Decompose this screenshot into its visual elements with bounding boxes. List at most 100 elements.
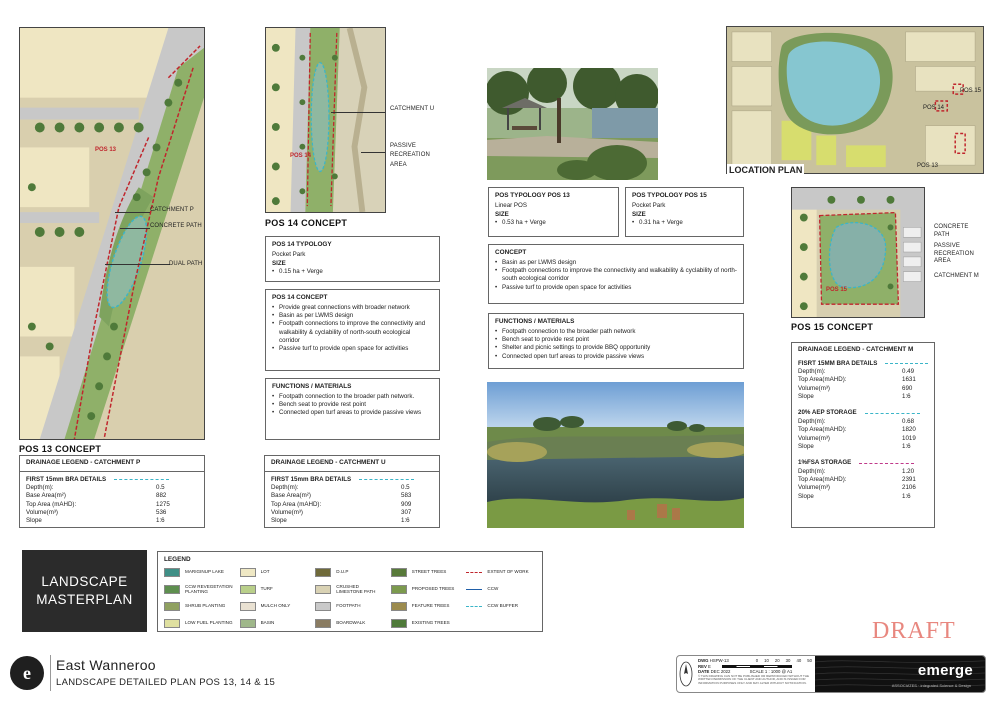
drainage-legend-catchment-u: DRAINAGE LEGEND - CATCHMENT U FIRST 15mm… (264, 455, 440, 528)
drainage-legend-catchment-p: DRAINAGE LEGEND - CATCHMENT P FIRST 15mm… (19, 455, 205, 528)
concept-item: Basin as per LWMS design (272, 312, 433, 321)
dwg-label: DWG (698, 658, 709, 663)
row-key: Depth(m): (798, 368, 826, 375)
legend-swatch-icon (239, 618, 256, 628)
callout-catchment-p: CATCHMENT P (150, 207, 194, 213)
row-value: 1.20 (902, 467, 915, 475)
concept-heading: POS 14 CONCEPT (272, 294, 328, 301)
function-item: Bench seat to provide rest point (495, 336, 737, 345)
row-value: 1:6 (401, 517, 410, 525)
row-key: Volume(m³) (798, 484, 830, 492)
dashed-red-line-icon (466, 571, 483, 573)
legend-item: MARIGINUP LAKE (164, 566, 234, 578)
row-key: Slope (26, 517, 42, 525)
legend-label: MARIGINUP LAKE (185, 569, 224, 575)
row-key: Base Area(m²) (271, 492, 311, 500)
typology-heading: POS TYPOLOGY POS 13 (495, 192, 570, 199)
shared-functions-box: FUNCTIONS / MATERIALS Footpath connectio… (488, 313, 744, 369)
row-value: 1275 (156, 500, 170, 508)
row-key: Depth(m): (798, 467, 826, 475)
concept-item: Footpath connections to improve the conn… (272, 320, 433, 345)
row-value: 1:6 (156, 517, 165, 525)
legend-item: BASIN (239, 617, 310, 629)
drainage-legend-catchment-m: DRAINAGE LEGEND - CATCHMENT M FISRT 15MM… (791, 342, 935, 528)
legend-item: PROPOSED TREES (390, 583, 461, 595)
title-block: DWG HSPW-13 0 10 20 30 40 50 REV E DATE … (676, 655, 986, 693)
section-title-text: 1%FSA STORAGE (798, 459, 852, 467)
blue-line-icon (466, 588, 483, 590)
legend-item: TURF (239, 583, 310, 595)
callout-leader-line (361, 152, 385, 153)
legend-label: EXISTING TREES (411, 620, 450, 626)
drainage-heading: DRAINAGE LEGEND - CATCHMENT M (798, 346, 914, 353)
pos15-plan-image: POS 15 (791, 187, 925, 318)
legend-item: CRUSHED LIMESTONE PATH (315, 583, 385, 595)
pos14-concept-title: POS 14 CONCEPT (265, 218, 348, 228)
row-value: 307 (401, 509, 412, 517)
legend-item: EXTENT OF WORK (466, 566, 536, 578)
legend-label: MULCH ONLY (260, 603, 291, 609)
park-photo-drawing (487, 68, 658, 180)
drainage-section-title: 1%FSA STORAGE (798, 459, 928, 467)
legend-item: D.U.P (315, 566, 385, 578)
pos13-typology-box: POS TYPOLOGY POS 13 Linear POS SIZE 0.53… (488, 187, 619, 237)
legend-label: D.U.P (336, 569, 349, 575)
scale-tick: 30 (785, 658, 791, 663)
shared-concept-box: CONCEPT Basin as per LWMS design Footpat… (488, 244, 744, 304)
park-shelter-photo (487, 68, 658, 180)
legend-label: CCW (487, 586, 499, 592)
legend-swatch-icon (164, 567, 180, 577)
typology-type: Pocket Park (272, 250, 306, 258)
legend-label: BASIN (260, 620, 275, 626)
scale-tick: 10 (764, 658, 769, 663)
legend-swatch-icon (315, 618, 332, 628)
pos15-typology-box: POS TYPOLOGY POS 15 Pocket Park SIZE 0.3… (625, 187, 744, 237)
legend-swatch-icon (164, 618, 180, 628)
function-item: Bench seat to provide rest point (272, 401, 433, 410)
drainage-row: Top Area(mAHD): 2391 (798, 476, 928, 484)
pos14-plan-drawing (266, 28, 385, 212)
drainage-row: Base Area(m²) 882 (26, 492, 198, 500)
drainage-row: Top Area (mAHD): 1275 (26, 501, 198, 509)
drainage-row: Volume(m³) 1019 (798, 435, 928, 443)
drainage-section-title: FIRST 15mm BRA DETAILS (26, 476, 198, 484)
row-key: Top Area(mAHD): (798, 376, 847, 384)
legend-item: CCW REVEGETATION PLANTING (164, 583, 234, 595)
banner-line: MASTERPLAN (36, 592, 133, 607)
legend-label: PROPOSED TREES (411, 586, 455, 592)
function-item: Footpath connection to the broader path … (272, 393, 433, 402)
drawing-info: DWG HSPW-13 0 10 20 30 40 50 REV E DATE … (695, 656, 815, 692)
row-value: 1:6 (902, 393, 911, 401)
row-key: Depth(m): (26, 484, 54, 491)
size-label: SIZE (272, 260, 286, 267)
scale-bar (722, 664, 793, 668)
drainage-section-title: FISRT 15MM BRA DETAILS (798, 360, 928, 368)
lake-photo-drawing (487, 382, 744, 528)
drainage-row: Top Area(mAHD): 1820 (798, 426, 928, 434)
e-logo-icon: e (10, 656, 44, 690)
row-value: 909 (401, 500, 412, 508)
concept-item: Passive turf to provide open space for a… (495, 284, 737, 293)
legend-item: SHRUB PLANTING (164, 600, 234, 612)
drainage-row: Slope 1:6 (798, 443, 928, 451)
drawing-subtitle: LANDSCAPE DETAILED PLAN POS 13, 14 & 15 (56, 677, 276, 688)
row-value: 2391 (902, 475, 916, 483)
legend-label: LOW FUEL PLANTING (185, 620, 233, 626)
legend-swatch-icon (390, 618, 407, 628)
legend-item: FEATURE TREES (390, 600, 461, 612)
drainage-row: Depth(m): 0.5 (26, 484, 198, 492)
legend-label: FOOTPATH (336, 603, 361, 609)
drainage-heading: DRAINAGE LEGEND - CATCHMENT U (265, 456, 439, 472)
pos13-concept-title: POS 13 CONCEPT (19, 444, 102, 454)
lake-photo (487, 382, 744, 528)
legend-label: CRUSHED LIMESTONE PATH (336, 583, 376, 594)
functions-heading: FUNCTIONS / MATERIALS (495, 318, 575, 325)
row-key: Top Area (mAHD): (271, 500, 322, 508)
callout-concrete-path: CONCRETE PATH (150, 223, 202, 229)
drainage-row: Slope 1:6 (26, 517, 198, 525)
drainage-row: Top Area(mAHD): 1631 (798, 376, 928, 384)
row-key: Slope (798, 442, 814, 450)
banner-line: LANDSCAPE (41, 573, 128, 589)
typology-heading: POS TYPOLOGY POS 15 (632, 192, 707, 199)
legend-grid: MARIGINUP LAKE LOT D.U.P STREET TREES EXTENT… (164, 566, 536, 629)
